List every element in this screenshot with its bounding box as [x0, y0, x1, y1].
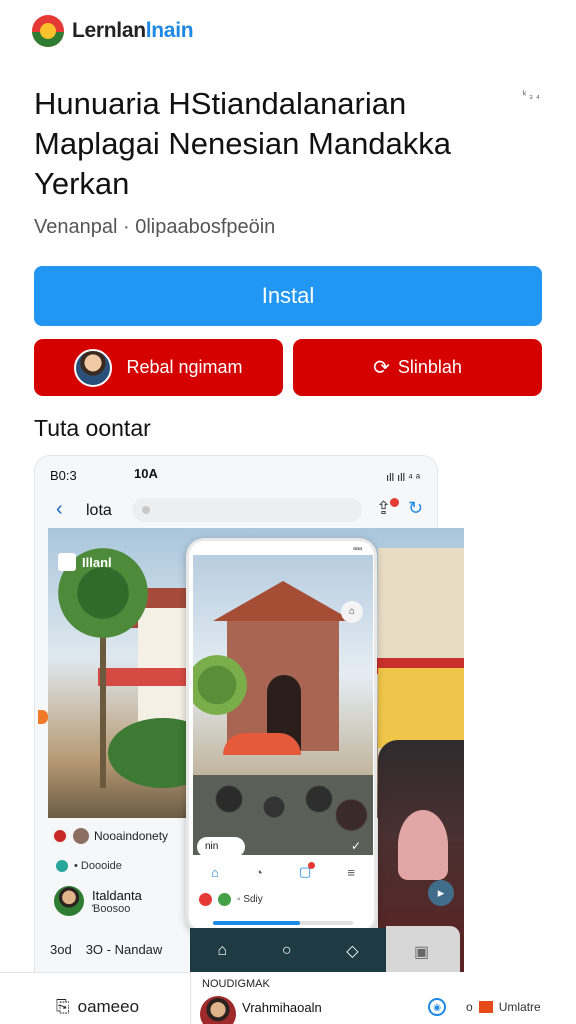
check-icon[interactable]: ✓ [351, 839, 361, 853]
home-icon[interactable]: ⌂ [217, 942, 227, 960]
inner-phone-preview[interactable]: ᵃᵃᵃ ⌂ nin ✓ ⌂ ◔ ▢ ≡ ◦ Sdiy [186, 538, 377, 934]
section-title: Tuta oontar [34, 415, 151, 441]
app-header: Lernlanlnain [0, 0, 576, 62]
shop-front [378, 668, 464, 748]
scene-label-text: Illanl [82, 554, 112, 570]
avatar [73, 828, 89, 844]
avatar [54, 886, 84, 916]
install-button[interactable]: Instal [34, 266, 542, 326]
share-action-label: Slinblah [397, 357, 462, 377]
search-dot-icon [142, 506, 150, 514]
status-center: 10A [134, 466, 158, 481]
inbox-icon[interactable]: ▢ [299, 862, 316, 880]
bottom-count: o [466, 1000, 473, 1014]
recents-icon[interactable]: ◇ [346, 941, 358, 961]
preview-status-bar: B0:3 10A ıll ıll ⁴ ᵃ [50, 462, 420, 488]
logo-icon [32, 15, 64, 47]
circle-icon[interactable]: ○ [282, 942, 292, 960]
inner-row-text: ◦ Sdiy [237, 893, 263, 905]
feed-meta: • Doooide [74, 860, 122, 872]
image-icon: ▣ [414, 944, 430, 961]
clock-icon[interactable]: ◔ [255, 865, 263, 880]
avatar [200, 996, 236, 1024]
post-stats: 3od 3O - Nandaw [50, 942, 162, 957]
scene-label: Illanl [58, 553, 112, 571]
brand-name[interactable]: Lernlanlnain [72, 19, 194, 43]
stats-right: 3O - Nandaw [85, 942, 163, 957]
bottom-left-item[interactable]: ⎘ oameeo [56, 997, 139, 1017]
palm-trunk [100, 628, 106, 788]
preview-app-title: lota [86, 502, 112, 519]
share-icon[interactable]: ⇪ [376, 498, 391, 519]
stats-left: 3od [50, 942, 72, 957]
person-shape [398, 810, 448, 880]
home-icon[interactable]: ⌂ [211, 865, 219, 880]
menu-icon[interactable]: ≡ [347, 865, 355, 880]
progress-bar [213, 921, 353, 925]
temple-roof [213, 581, 353, 621]
flag-icon [478, 1001, 493, 1013]
profile-action-label: Rebal ngimam [126, 357, 243, 377]
bottom-card-name: Vrahmihaoaln [242, 1000, 322, 1015]
progress-fill [213, 921, 300, 925]
brand-part1: Lernlan [72, 19, 146, 42]
brand-part2: lnain [145, 19, 194, 42]
profile-action-button[interactable]: Rebal ngimam [34, 339, 283, 396]
grey-thumbnail[interactable]: ▣ [386, 926, 460, 974]
feed-meta-row: • Doooide [56, 860, 122, 872]
temple-photo: ⌂ nin ✓ [193, 555, 373, 855]
umbrella-shape [223, 733, 301, 755]
orange-edge-tab [38, 710, 48, 724]
bottom-card-right[interactable]: o Umlatre [466, 1000, 541, 1014]
page-subtitle: Venanpal · 0lipaabosfpeöin [34, 216, 276, 238]
profile-name: Italdanta [92, 887, 142, 903]
profile-row[interactable]: Italdanta Ɓoosoo [54, 886, 142, 916]
document-icon: ⎘ [56, 997, 70, 1016]
bookmark-icon [58, 553, 76, 571]
corner-note: ᵏ ₃ ₄ [522, 90, 540, 101]
reaction-icon [199, 892, 212, 906]
bottom-left-label: oameeo [77, 997, 140, 1016]
share-action-button[interactable]: ⟳ Slinblah [293, 339, 542, 396]
refresh-icon[interactable]: ↻ [408, 498, 423, 519]
share-icon: ⟳ [373, 357, 390, 379]
help-icon[interactable]: ⌂ [341, 601, 363, 623]
notification-badge [390, 498, 399, 507]
status-dot-icon [56, 860, 68, 872]
signal-icon: ıll ıll ⁴ ᵃ [386, 472, 420, 484]
reaction-icon [218, 892, 231, 906]
status-time: B0:3 [50, 468, 77, 483]
play-icon[interactable]: ▸ [428, 880, 454, 906]
page-title: Hunuaria HStiandalanarian Maplagai Nenes… [34, 86, 452, 201]
profile-sub: Ɓoosoo [92, 902, 131, 915]
bottom-right-label: Umlatre [498, 1000, 541, 1014]
inner-status: ᵃᵃᵃ [353, 545, 362, 554]
user-icon [52, 828, 68, 844]
back-arrow-icon[interactable]: ‹ [56, 498, 63, 521]
preview-app-bar: ‹ lota ⇪ ↻ [46, 494, 432, 526]
inner-reaction-row: ◦ Sdiy [199, 889, 369, 909]
inner-chip[interactable]: nin [197, 837, 245, 855]
dark-nav-bar: ⌂ ○ ◇ [190, 928, 386, 974]
feed-user-name: Nooaindonety [94, 829, 169, 843]
preview-search-bar[interactable] [132, 498, 362, 522]
avatar [74, 348, 113, 387]
inner-tab-bar: ⌂ ◔ ▢ ≡ [193, 859, 373, 885]
info-icon[interactable]: ◉ [428, 998, 446, 1016]
bottom-card-title: NOUDIGMAK [202, 978, 270, 990]
feed-user-row[interactable]: Nooaindonety [52, 826, 192, 846]
